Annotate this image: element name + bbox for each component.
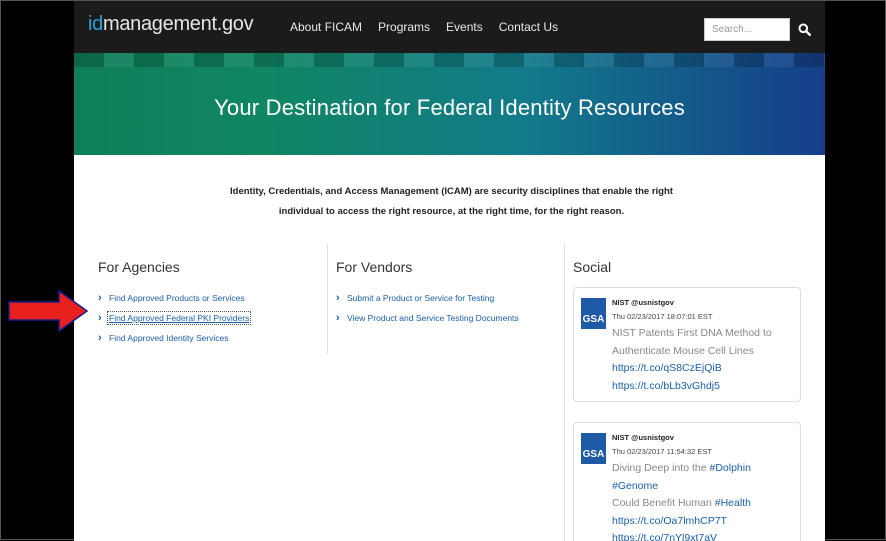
intro-text: Identity, Credentials, and Access Manage…: [214, 182, 689, 222]
nav-about-ficam[interactable]: About FICAM: [290, 20, 362, 34]
vendors-list: › Submit a Product or Service for Testing…: [336, 288, 519, 328]
tweet-card[interactable]: GSA NIST @usnistgov Thu 02/23/2017 11:54…: [573, 422, 801, 541]
hero-banner: Your Destination for Federal Identity Re…: [74, 53, 825, 155]
tweet-time: Thu 02/23/2017 11:54:32 EST: [612, 447, 712, 456]
chevron-right-icon: ›: [98, 292, 102, 304]
search-button[interactable]: [795, 19, 813, 39]
logo-rest: management.gov: [102, 13, 254, 35]
hashtag-link[interactable]: #Health: [715, 497, 751, 509]
screenshot-frame: idmanagement.gov About FICAM Programs Ev…: [0, 0, 886, 541]
vendors-column: For Vendors › Submit a Product or Service…: [336, 259, 519, 328]
chevron-right-icon: ›: [98, 312, 102, 324]
list-item: › Find Approved Identity Services: [98, 328, 249, 348]
list-item: › View Product and Service Testing Docume…: [336, 308, 519, 328]
hashtag-link[interactable]: #Genome: [612, 480, 658, 492]
vendors-title: For Vendors: [336, 259, 413, 275]
list-item: › Find Approved Products or Services: [98, 288, 249, 308]
page: idmanagement.gov About FICAM Programs Ev…: [74, 1, 825, 541]
view-testing-documents-link[interactable]: View Product and Service Testing Documen…: [347, 313, 519, 323]
column-divider: [564, 244, 565, 541]
social-title: Social: [573, 259, 612, 275]
avatar: GSA: [581, 433, 606, 464]
tweet-link[interactable]: https://t.co/bLb3vGhdj5: [612, 378, 798, 396]
nav-contact-us[interactable]: Contact Us: [499, 20, 558, 34]
agencies-title: For Agencies: [98, 259, 180, 275]
chevron-right-icon: ›: [336, 312, 340, 324]
tweet-link[interactable]: https://t.co/7nYl9xt7aV: [612, 530, 798, 541]
hero-title: Your Destination for Federal Identity Re…: [214, 95, 685, 120]
chevron-right-icon: ›: [98, 332, 102, 344]
column-divider: [327, 244, 328, 354]
hashtag-link[interactable]: #Dolphin: [709, 462, 750, 474]
chevron-right-icon: ›: [336, 292, 340, 304]
find-approved-identity-services-link[interactable]: Find Approved Identity Services: [109, 333, 229, 343]
tweet-card[interactable]: GSA NIST @usnistgov Thu 02/23/2017 18:07…: [573, 287, 801, 402]
agencies-column: For Agencies › Find Approved Products or …: [98, 259, 252, 348]
tweet-link[interactable]: https://t.co/qS8CzEjQiB: [612, 360, 798, 378]
agencies-list: › Find Approved Products or Services › Fin…: [98, 288, 252, 348]
tweet-text: Could Benefit Human #Health: [612, 495, 798, 513]
social-column: Social: [573, 259, 611, 288]
submit-product-link[interactable]: Submit a Product or Service for Testing: [347, 293, 494, 303]
hero-pattern: [74, 53, 825, 67]
tweet-body: NIST Patents First DNA Method to Authent…: [612, 325, 798, 395]
intro-line-2: individual to access the right resource,…: [278, 206, 625, 217]
tweet-text-part: Could Benefit Human: [612, 497, 715, 509]
tweet-text: Diving Deep into the #Dolphin #Genome: [612, 460, 798, 495]
logo-id: id: [88, 13, 103, 35]
intro-line-1: Identity, Credentials, and Access Manage…: [230, 186, 673, 197]
tweet-link[interactable]: https://t.co/Oa7lmhCP7T: [612, 513, 798, 531]
nav-events[interactable]: Events: [446, 20, 483, 34]
tweet-handle[interactable]: NIST @usnistgov: [612, 298, 674, 307]
list-item: › Find Approved Federal PKI Providers: [98, 308, 252, 328]
search-input[interactable]: Search...: [704, 18, 790, 41]
nav-programs[interactable]: Programs: [378, 20, 430, 34]
top-navbar: idmanagement.gov About FICAM Programs Ev…: [74, 1, 825, 53]
list-item: › Submit a Product or Service for Testing: [336, 288, 519, 308]
tweet-text-part: Diving Deep into the: [612, 462, 710, 474]
tweet-text: Authenticate Mouse Cell Lines: [612, 344, 754, 357]
tweet-handle[interactable]: NIST @usnistgov: [612, 433, 674, 442]
site-logo[interactable]: idmanagement.gov: [88, 13, 254, 36]
find-approved-pki-providers-link[interactable]: Find Approved Federal PKI Providers: [106, 311, 252, 325]
avatar: GSA: [581, 298, 606, 329]
tweet-text: NIST Patents First DNA Method to: [612, 327, 772, 339]
tweet-time: Thu 02/23/2017 18:07:01 EST: [612, 312, 713, 321]
find-approved-products-link[interactable]: Find Approved Products or Services: [109, 293, 245, 303]
nav-links: About FICAM Programs Events Contact Us: [290, 20, 558, 34]
red-arrow-icon: [8, 289, 89, 333]
search-icon: [798, 23, 811, 36]
tweet-body: Diving Deep into the #Dolphin #Genome Co…: [612, 460, 798, 541]
